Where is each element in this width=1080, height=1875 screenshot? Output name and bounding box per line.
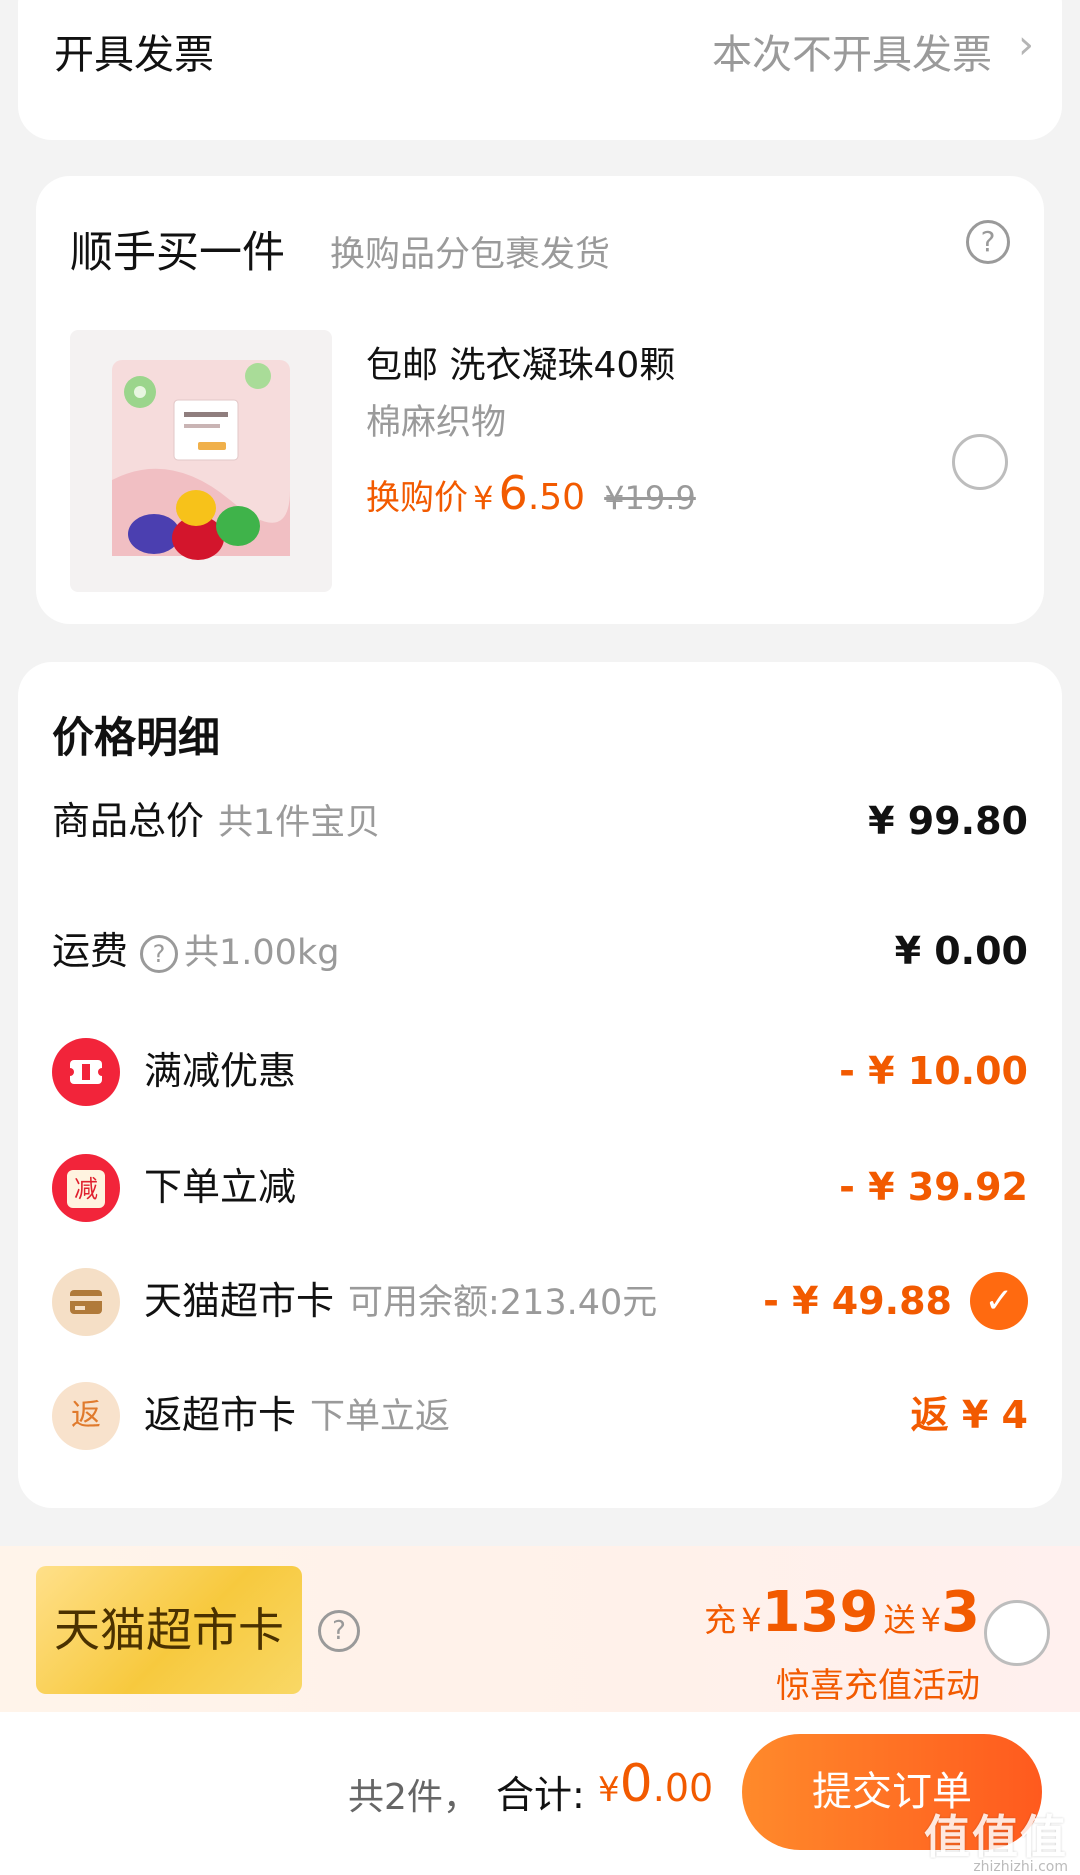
instant-discount-label: 下单立减 bbox=[144, 1165, 297, 1209]
shipping-note: 共1.00kg bbox=[184, 933, 340, 973]
supermarket-card-amount: - ¥ 49.88 bbox=[763, 1279, 952, 1323]
row-full-discount: 满减优惠 - ¥ 10.00 bbox=[18, 1036, 1062, 1106]
price-currency: ¥ bbox=[473, 479, 494, 517]
row-cashback: 返 返超市卡 下单立返 返 ¥ 4 bbox=[18, 1380, 1062, 1450]
row-supermarket-card[interactable]: 天猫超市卡 可用余额:213.40元 - ¥ 49.88 ✓ bbox=[18, 1266, 1062, 1336]
addon-select-radio[interactable] bbox=[952, 434, 1008, 490]
watermark-url: zhizhizhi.com bbox=[973, 1859, 1068, 1875]
price-details-card: 价格明细 商品总价 共1件宝贝 ¥ 99.80 运费? 共1.00kg ¥ 0.00… bbox=[18, 662, 1062, 1508]
product-name[interactable]: 包邮 洗衣凝珠40颗 bbox=[366, 336, 675, 388]
cashback-icon: 返 bbox=[52, 1382, 120, 1450]
invoice-value[interactable]: 本次不开具发票 bbox=[712, 22, 992, 80]
addon-card: 顺手买一件 换购品分包裹发货 ? 包邮 洗衣凝珠40颗 棉麻织物 换购价 ¥ 6… bbox=[36, 176, 1044, 624]
recharge-subtitle: 惊喜充值活动 bbox=[776, 1666, 980, 1706]
product-price: 换购价 ¥ 6.50 ¥19.9 bbox=[366, 466, 696, 520]
check-icon[interactable]: ✓ bbox=[970, 1272, 1028, 1330]
card-icon bbox=[52, 1268, 120, 1336]
invoice-label: 开具发票 bbox=[54, 32, 214, 78]
bottom-bar: 共2件， 合计: ¥0.00 提交订单 值值值 zhizhizhi.com bbox=[0, 1712, 1080, 1875]
goods-total-amount: ¥ 99.80 bbox=[868, 799, 1028, 843]
recharge-bar[interactable]: 天猫超市卡 ? 充 ¥139 送 ¥3 惊喜充值活动 bbox=[0, 1546, 1080, 1712]
goods-total-label: 商品总价 bbox=[52, 799, 205, 843]
help-icon[interactable]: ? bbox=[966, 220, 1010, 264]
recharge-offer: 充 ¥139 送 ¥3 bbox=[704, 1580, 980, 1645]
total-decimal: .00 bbox=[652, 1766, 714, 1810]
gift-label: 送 bbox=[883, 1601, 916, 1639]
total-label: 合计: bbox=[496, 1773, 585, 1817]
recharge-amount: 139 bbox=[761, 1580, 879, 1645]
cashback-note: 下单立返 bbox=[310, 1397, 451, 1437]
discount-badge-icon: 减 bbox=[52, 1154, 120, 1222]
cashback-label: 返超市卡 bbox=[144, 1393, 297, 1437]
full-discount-amount: - ¥ 10.00 bbox=[839, 1049, 1028, 1093]
watermark-logo: 值值值 bbox=[924, 1810, 1068, 1864]
laundry-pods-bag-icon bbox=[112, 360, 290, 560]
help-icon[interactable]: ? bbox=[140, 934, 179, 973]
shipping-amount: ¥ 0.00 bbox=[894, 929, 1028, 973]
row-instant-discount: 减 下单立减 - ¥ 39.92 bbox=[18, 1152, 1062, 1222]
gift-currency: ¥ bbox=[920, 1601, 942, 1639]
addon-title: 顺手买一件 bbox=[70, 228, 285, 278]
supermarket-card-label: 天猫超市卡 bbox=[144, 1279, 335, 1323]
invoice-card[interactable]: 开具发票 本次不开具发票 › bbox=[18, 0, 1062, 140]
recharge-currency: ¥ bbox=[741, 1601, 762, 1639]
recharge-select-radio[interactable] bbox=[984, 1600, 1050, 1666]
recharge-prefix: 充 bbox=[704, 1601, 737, 1639]
goods-total-note: 共1件宝贝 bbox=[218, 803, 381, 843]
supermarket-card-balance: 可用余额:213.40元 bbox=[348, 1283, 658, 1323]
price-decimal: .50 bbox=[527, 477, 586, 518]
full-discount-label: 满减优惠 bbox=[144, 1049, 297, 1093]
price-details-title: 价格明细 bbox=[52, 713, 221, 762]
product-spec: 棉麻织物 bbox=[366, 403, 507, 443]
row-goods-total: 商品总价 共1件宝贝 ¥ 99.80 bbox=[18, 786, 1062, 856]
help-icon[interactable]: ? bbox=[318, 1610, 360, 1652]
instant-discount-amount: - ¥ 39.92 bbox=[839, 1165, 1028, 1209]
total-amount: ¥0.00 bbox=[598, 1754, 713, 1814]
product-image[interactable] bbox=[70, 330, 332, 592]
total-currency: ¥ bbox=[598, 1770, 620, 1810]
original-price: ¥19.9 bbox=[604, 479, 696, 517]
item-count: 共2件， bbox=[348, 1777, 479, 1818]
row-shipping: 运费? 共1.00kg ¥ 0.00 bbox=[18, 916, 1062, 986]
addon-subtitle: 换购品分包裹发货 bbox=[330, 235, 611, 275]
supermarket-card-badge: 天猫超市卡 bbox=[36, 1566, 302, 1694]
price-integer: 6 bbox=[498, 466, 528, 520]
shipping-label: 运费 bbox=[52, 929, 129, 973]
price-label: 换购价 bbox=[366, 478, 468, 518]
ticket-icon bbox=[52, 1038, 120, 1106]
gift-amount: 3 bbox=[941, 1580, 980, 1645]
total-integer: 0 bbox=[619, 1754, 653, 1814]
chevron-right-icon[interactable]: › bbox=[1018, 22, 1034, 68]
cashback-amount: 返 ¥ 4 bbox=[910, 1393, 1028, 1437]
